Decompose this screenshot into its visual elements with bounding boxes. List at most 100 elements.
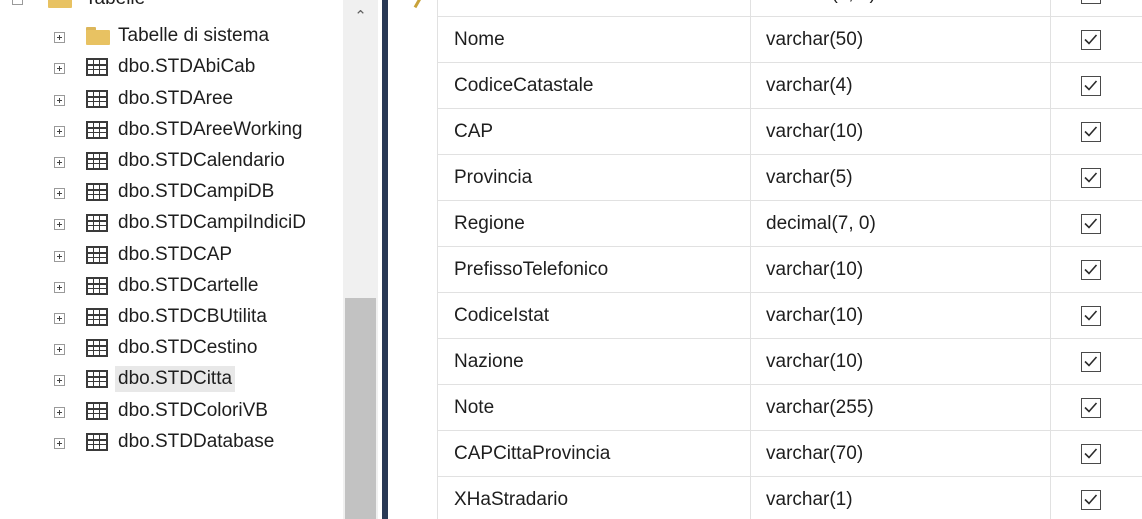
data-type-cell[interactable]: varchar(10)	[766, 109, 1046, 155]
splitter-bar[interactable]	[382, 0, 388, 519]
scroll-up-button[interactable]: ⌃	[343, 0, 378, 30]
tree-node-label[interactable]: dbo.STDAbiCab	[115, 54, 258, 80]
tree-node[interactable]: dbo.STDAreeWorking	[0, 115, 340, 145]
tree-node-label[interactable]: dbo.STDCestino	[115, 335, 260, 361]
tree-node[interactable]: dbo.STDCartelle	[0, 271, 340, 301]
allow-nulls-checkbox-checked[interactable]	[1081, 76, 1101, 96]
tree-node[interactable]: dbo.STDCestino	[0, 333, 340, 363]
expand-icon[interactable]	[54, 313, 65, 324]
column-name-cell[interactable]: XHaStradario	[454, 477, 744, 519]
column-name-cell[interactable]: Codice	[454, 0, 744, 17]
column-name-cell[interactable]: CAP	[454, 109, 744, 155]
expand-icon[interactable]	[54, 32, 65, 43]
column-row[interactable]: CAP varchar(10)	[438, 109, 1142, 155]
collapse-icon[interactable]	[12, 0, 23, 5]
tree-node[interactable]: dbo.STDAbiCab	[0, 52, 340, 82]
explorer-scrollbar[interactable]: ⌃	[343, 0, 378, 519]
expand-icon[interactable]	[54, 438, 65, 449]
panel-splitter[interactable]	[378, 0, 398, 519]
allow-nulls-checkbox-checked[interactable]	[1081, 490, 1101, 510]
data-type-cell[interactable]: varchar(5)	[766, 155, 1046, 201]
data-type-cell[interactable]: decimal(7, 0)	[766, 0, 1046, 17]
column-name-cell[interactable]: CodiceIstat	[454, 293, 744, 339]
data-type-cell[interactable]: varchar(10)	[766, 339, 1046, 385]
column-row[interactable]: Regione decimal(7, 0)	[438, 201, 1142, 247]
column-name-cell[interactable]: CodiceCatastale	[454, 63, 744, 109]
column-row[interactable]: XHaStradario varchar(1)	[438, 477, 1142, 519]
expand-icon[interactable]	[54, 407, 65, 418]
data-type-cell[interactable]: varchar(70)	[766, 431, 1046, 477]
column-row[interactable]: CodiceIstat varchar(10)	[438, 293, 1142, 339]
column-row[interactable]: Provincia varchar(5)	[438, 155, 1142, 201]
tree-node[interactable]: Tabelle di sistema	[0, 21, 340, 51]
column-row[interactable]: CodiceCatastale varchar(4)	[438, 63, 1142, 109]
tree-node[interactable]: dbo.STDCitta	[0, 364, 340, 394]
column-row[interactable]: PrefissoTelefonico varchar(10)	[438, 247, 1142, 293]
tree-node[interactable]: dbo.STDCampiDB	[0, 177, 340, 207]
row-selector-column[interactable]	[398, 0, 438, 519]
allow-nulls-checkbox-checked[interactable]	[1081, 122, 1101, 142]
allow-nulls-checkbox[interactable]	[1081, 0, 1101, 4]
column-name-cell[interactable]: Nazione	[454, 339, 744, 385]
expand-icon[interactable]	[54, 344, 65, 355]
allow-nulls-checkbox-checked[interactable]	[1081, 306, 1101, 326]
tree-node-label[interactable]: dbo.STDCalendario	[115, 148, 288, 174]
tree-node[interactable]: dbo.STDDatabase	[0, 427, 340, 457]
tree-node-label[interactable]: dbo.STDCitta	[115, 366, 236, 392]
allow-nulls-checkbox-checked[interactable]	[1081, 352, 1101, 372]
expand-icon[interactable]	[54, 282, 65, 293]
expand-icon[interactable]	[54, 188, 65, 199]
expand-icon[interactable]	[54, 251, 65, 262]
column-row[interactable]: Codice decimal(7, 0)	[438, 0, 1142, 17]
data-type-cell[interactable]: varchar(50)	[766, 17, 1046, 63]
tree-node[interactable]: dbo.STDAree	[0, 84, 340, 114]
column-row[interactable]: CAPCittaProvincia varchar(70)	[438, 431, 1142, 477]
tree-node-label[interactable]: dbo.STDAreeWorking	[115, 117, 305, 143]
allow-nulls-checkbox-checked[interactable]	[1081, 30, 1101, 50]
scrollbar-thumb[interactable]	[345, 298, 376, 519]
column-name-cell[interactable]: CAPCittaProvincia	[454, 431, 744, 477]
tree-node[interactable]: dbo.STDCBUtilita	[0, 302, 340, 332]
tree-node-label[interactable]: dbo.STDCartelle	[115, 273, 261, 299]
column-name-cell[interactable]: Regione	[454, 201, 744, 247]
tree-node-label[interactable]: dbo.STDCampiIndiciD	[115, 210, 309, 236]
allow-nulls-checkbox-checked[interactable]	[1081, 398, 1101, 418]
expand-icon[interactable]	[54, 126, 65, 137]
column-name-cell[interactable]: Note	[454, 385, 744, 431]
data-type-cell[interactable]: decimal(7, 0)	[766, 201, 1046, 247]
tree-node-label[interactable]: Tabelle	[82, 0, 148, 12]
tree-node[interactable]: dbo.STDCampiIndiciD	[0, 208, 340, 238]
data-type-cell[interactable]: varchar(10)	[766, 247, 1046, 293]
tree-node-label[interactable]: Tabelle di sistema	[115, 23, 272, 49]
tree-node-tabelle[interactable]: Tabelle	[0, 0, 340, 14]
column-row[interactable]: Nome varchar(50)	[438, 17, 1142, 63]
column-name-cell[interactable]: Nome	[454, 17, 744, 63]
tree-node-label[interactable]: dbo.STDAree	[115, 86, 236, 112]
column-row[interactable]: Note varchar(255)	[438, 385, 1142, 431]
tree-node[interactable]: dbo.STDColoriVB	[0, 396, 340, 426]
tree-node[interactable]: dbo.STDCAP	[0, 240, 340, 270]
allow-nulls-checkbox-checked[interactable]	[1081, 168, 1101, 188]
tree-node-label[interactable]: dbo.STDCAP	[115, 242, 235, 268]
allow-nulls-checkbox-checked[interactable]	[1081, 260, 1101, 280]
data-type-cell[interactable]: varchar(4)	[766, 63, 1046, 109]
allow-nulls-checkbox-checked[interactable]	[1081, 214, 1101, 234]
expand-icon[interactable]	[54, 63, 65, 74]
data-type-cell[interactable]: varchar(255)	[766, 385, 1046, 431]
tree-node[interactable]: dbo.STDCalendario	[0, 146, 340, 176]
expand-icon[interactable]	[54, 375, 65, 386]
column-name-cell[interactable]: PrefissoTelefonico	[454, 247, 744, 293]
data-type-cell[interactable]: varchar(10)	[766, 293, 1046, 339]
column-name-cell[interactable]: Provincia	[454, 155, 744, 201]
expand-icon[interactable]	[54, 157, 65, 168]
allow-nulls-checkbox-checked[interactable]	[1081, 444, 1101, 464]
cell-divider	[1050, 293, 1051, 339]
tree-node-label[interactable]: dbo.STDCampiDB	[115, 179, 277, 205]
expand-icon[interactable]	[54, 95, 65, 106]
tree-node-label[interactable]: dbo.STDCBUtilita	[115, 304, 270, 330]
tree-node-label[interactable]: dbo.STDColoriVB	[115, 398, 271, 424]
tree-node-label[interactable]: dbo.STDDatabase	[115, 429, 277, 455]
column-row[interactable]: Nazione varchar(10)	[438, 339, 1142, 385]
data-type-cell[interactable]: varchar(1)	[766, 477, 1046, 519]
expand-icon[interactable]	[54, 219, 65, 230]
